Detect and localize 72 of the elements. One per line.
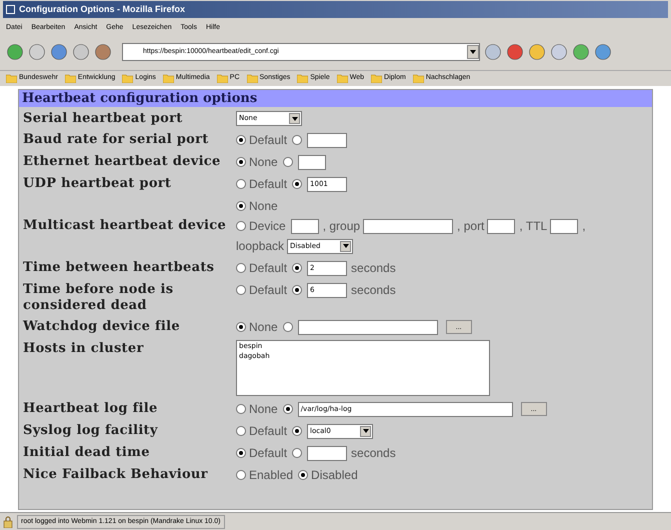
radio-label: None xyxy=(249,198,278,215)
radio-button[interactable] xyxy=(236,470,246,480)
input-field[interactable] xyxy=(550,218,578,234)
radio-button[interactable] xyxy=(298,470,308,480)
radio-button[interactable] xyxy=(236,285,246,295)
field-label: Ethernet heartbeat device xyxy=(23,153,222,170)
radio-button[interactable] xyxy=(236,221,246,231)
radio-button[interactable] xyxy=(292,263,302,273)
field-label: Baud rate for serial port xyxy=(23,131,210,148)
field-text: , TTL xyxy=(519,218,548,235)
radio-label: None xyxy=(249,401,278,418)
field-text: seconds xyxy=(351,260,396,277)
radio-button[interactable] xyxy=(236,263,246,273)
radio-button[interactable] xyxy=(236,201,246,211)
field-label: Syslog log facility xyxy=(23,422,159,439)
field-label: Heartbeat log file xyxy=(23,400,159,417)
input-field[interactable] xyxy=(307,132,348,148)
lock-icon xyxy=(3,516,13,528)
caret-icon xyxy=(362,429,369,433)
radio-button[interactable] xyxy=(236,135,246,145)
radio-button[interactable] xyxy=(292,179,302,189)
radio-button[interactable] xyxy=(292,448,302,458)
radio-label: Device xyxy=(249,218,286,235)
radio-label: Enabled xyxy=(249,467,294,484)
input-field[interactable] xyxy=(298,154,326,170)
caret-icon xyxy=(292,116,298,120)
radio-label: Default xyxy=(249,132,288,149)
input-field[interactable] xyxy=(298,320,438,334)
radio-label: Disabled xyxy=(311,467,358,484)
window-icon[interactable] xyxy=(6,5,15,14)
field-label: Time before node is considered dead xyxy=(23,281,174,314)
field-text: , port xyxy=(457,218,484,235)
input-field[interactable] xyxy=(290,218,319,234)
panel-header: Heartbeat configuration options xyxy=(19,90,652,107)
field-text: loopback xyxy=(236,238,284,255)
caret-icon xyxy=(342,244,349,248)
radio-label: Default xyxy=(249,176,288,193)
radio-button[interactable] xyxy=(282,157,293,167)
field-label: Serial heartbeat port xyxy=(23,110,184,127)
field-label: Initial dead time xyxy=(23,444,151,461)
field-label: Time between heartbeats xyxy=(23,259,216,276)
field-label: Nice Failback Behaviour xyxy=(23,466,209,483)
radio-label: None xyxy=(249,154,278,171)
input-field[interactable] xyxy=(487,218,516,234)
caret-icon xyxy=(470,50,476,54)
radio-button[interactable] xyxy=(292,135,302,145)
radio-button[interactable] xyxy=(236,157,246,167)
radio-button[interactable] xyxy=(282,404,293,414)
radio-button[interactable] xyxy=(236,448,246,458)
radio-label: Default xyxy=(249,423,288,440)
field-text: seconds xyxy=(351,445,396,462)
radio-button[interactable] xyxy=(282,322,293,332)
radio-label: Default xyxy=(249,282,288,299)
radio-button[interactable] xyxy=(236,322,246,332)
radio-label: None xyxy=(249,319,278,336)
field-label: UDP heartbeat port xyxy=(23,175,172,192)
field-label: Multicast heartbeat device xyxy=(23,218,228,234)
field-text: , group xyxy=(322,218,360,235)
radio-button[interactable] xyxy=(292,426,302,436)
radio-button[interactable] xyxy=(236,179,246,189)
input-field[interactable] xyxy=(307,446,348,460)
field-text: , xyxy=(582,218,586,235)
radio-button[interactable] xyxy=(236,426,246,436)
field-text: seconds xyxy=(351,282,396,299)
field-label: Watchdog device file xyxy=(23,318,181,335)
input-field[interactable] xyxy=(363,218,454,234)
radio-button[interactable] xyxy=(292,285,302,295)
radio-label: Default xyxy=(249,260,288,277)
field-label: Hosts in cluster xyxy=(23,340,145,357)
radio-button[interactable] xyxy=(236,404,246,414)
radio-label: Default xyxy=(249,445,288,462)
window-title: Configuration Options - Mozilla Firefox xyxy=(19,2,185,16)
